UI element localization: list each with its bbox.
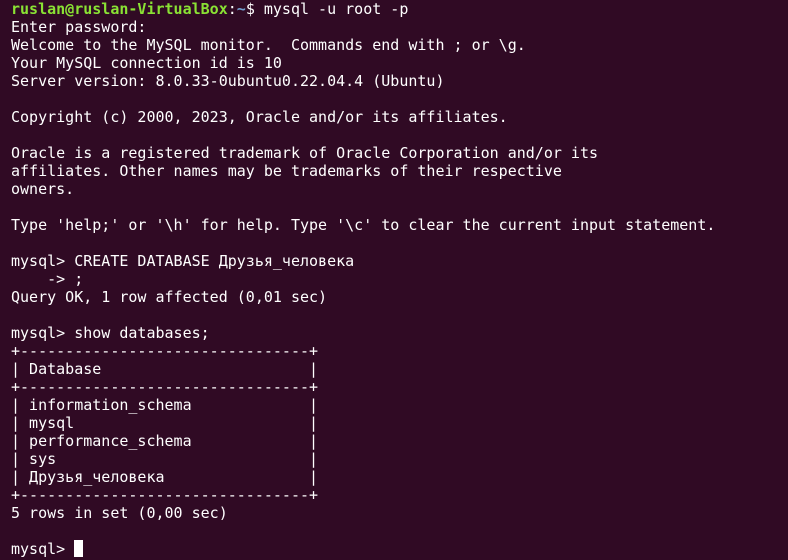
mysql-input-line[interactable]: mysql> [11, 540, 788, 558]
prompt-path: ~ [236, 0, 246, 18]
prompt-command: mysql -u root -p [263, 0, 409, 18]
output-line: Copyright (c) 2000, 2023, Oracle and/or … [11, 108, 508, 126]
prompt-user-host: ruslan@ruslan-VirtualBox [11, 0, 228, 18]
output-line: affiliates. Other names may be trademark… [11, 162, 562, 180]
terminal-window[interactable]: ruslan@ruslan-VirtualBox:~$ mysql -u roo… [0, 0, 788, 560]
output-line: +--------------------------------+ [11, 342, 319, 360]
output-line: owners. [11, 180, 75, 198]
output-line: +--------------------------------+ [11, 486, 319, 504]
prompt-separator: : [227, 0, 237, 18]
output-line: Server version: 8.0.33-0ubuntu0.22.04.4 … [11, 72, 445, 90]
output-line: Type 'help;' or '\h' for help. Type '\c'… [11, 216, 716, 234]
output-line: -> ; [11, 270, 84, 288]
output-line: | mysql | [11, 414, 319, 432]
output-line: Query OK, 1 row affected (0,01 sec) [11, 288, 328, 306]
output-line: Welcome to the MySQL monitor. Commands e… [11, 36, 526, 54]
text-cursor [74, 540, 84, 557]
output-line: | Database | [11, 360, 319, 378]
output-line: Oracle is a registered trademark of Orac… [11, 144, 598, 162]
output-line: 5 rows in set (0,00 sec) [11, 504, 228, 522]
output-line: mysql> show databases; [11, 324, 210, 342]
prompt-symbol: $ [245, 0, 264, 18]
output-line: Your MySQL connection id is 10 [11, 54, 282, 72]
shell-prompt-line: ruslan@ruslan-VirtualBox:~$ mysql -u roo… [11, 0, 788, 18]
terminal-output: ruslan@ruslan-VirtualBox:~$ mysql -u roo… [11, 0, 788, 540]
output-line: mysql> CREATE DATABASE Друзья_человека [11, 252, 355, 270]
mysql-prompt: mysql> [11, 540, 75, 558]
output-line: | Друзья_человека | [11, 468, 319, 486]
output-line: | information_schema | [11, 396, 319, 414]
output-line: +--------------------------------+ [11, 378, 319, 396]
output-line: | performance_schema | [11, 432, 319, 450]
output-line: Enter password: [11, 18, 147, 36]
output-line: | sys | [11, 450, 319, 468]
